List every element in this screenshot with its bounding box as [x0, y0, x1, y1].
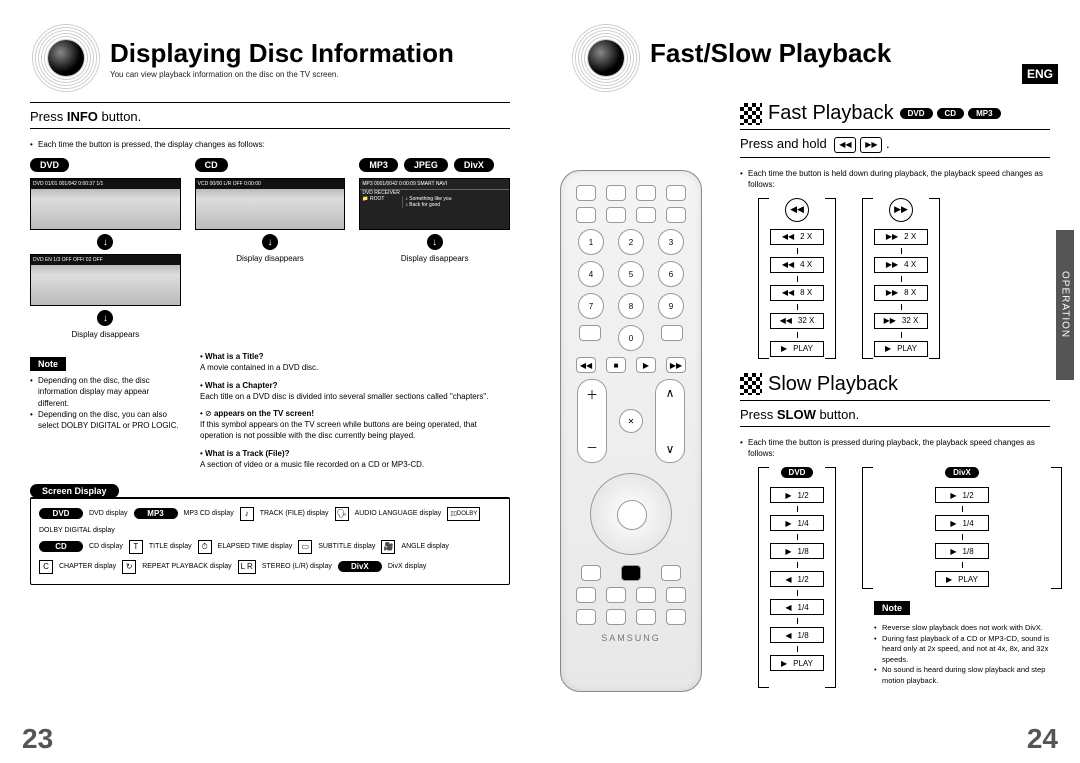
badge-cd: CD	[195, 158, 228, 172]
left-title: Displaying Disc Information	[110, 40, 454, 66]
badge-divx: DivX	[454, 158, 494, 172]
col-cd: CD VCD 00/00 L/R OFF 0:00:00 ↓ Display d…	[195, 158, 346, 339]
forward-icon: ▶▶	[860, 137, 882, 153]
badge-mp3: MP3	[968, 108, 1000, 119]
remote-button	[666, 185, 686, 201]
right-title: Fast/Slow Playback	[650, 40, 891, 66]
left-header: Displaying Disc Information You can view…	[30, 28, 510, 94]
remote-control-illustration: 123 456 789 0 ◀◀■▶▶▶ ＋－ ✕ ∧∨ SAMSUNG	[560, 170, 702, 692]
repeat-icon: ↻	[122, 560, 136, 574]
volume-rocker: ＋－	[577, 379, 607, 463]
prohibit-icon: ⊘	[205, 409, 212, 418]
press-note: Each time the button is pressed, the dis…	[30, 139, 510, 150]
press-hold-instruction: Press and hold ◀◀ ▶▶ .	[740, 136, 1050, 153]
slow-playback-heading: Slow Playback	[740, 373, 1050, 396]
remote-button	[636, 185, 656, 201]
audio-icon: 🗣	[335, 507, 349, 521]
down-arrow-icon: ↓	[427, 234, 443, 250]
chapter-icon: C	[39, 560, 53, 574]
clock-icon: ⏱	[198, 540, 212, 554]
press-info-instruction: Press INFO button.	[30, 109, 510, 124]
rewind-icon: ◀◀	[834, 137, 856, 153]
page-number-right: 24	[1027, 723, 1058, 755]
badge-dvd: DVD	[30, 158, 69, 172]
col-dvd: DVD DVD 01/01 001/042 0:00:37 1/1 ↓ DVD …	[30, 158, 181, 339]
angle-icon: 🎥	[381, 540, 395, 554]
rewind-circle-icon: ◀◀	[785, 198, 809, 222]
screen-mp3: MP3 0001/0042 0:00:09 SMART NAVI DVD REC…	[359, 178, 510, 230]
down-arrow-icon: ↓	[262, 234, 278, 250]
slow-rate-diagram: DVD ▶1/2 ▶1/4 ▶1/8 ◀1/2 ◀1/4 ◀1/8 ▶PLAY	[770, 467, 1050, 686]
dolby-icon: ▯▯DOLBY	[447, 507, 480, 521]
right-header: Fast/Slow Playback	[570, 28, 1050, 94]
remote-button	[576, 185, 596, 201]
badge-dvd: DVD	[781, 467, 814, 478]
slow-note-items: Reverse slow playback does not work with…	[874, 623, 1050, 686]
left-subtitle: You can view playback information on the…	[110, 70, 454, 79]
info-button-highlight	[621, 565, 641, 581]
display-disappears: Display disappears	[30, 330, 181, 339]
remote-button	[606, 185, 626, 201]
samsung-logo: SAMSUNG	[561, 633, 701, 643]
display-sequence-columns: DVD DVD 01/01 001/042 0:00:37 1/1 ↓ DVD …	[30, 158, 510, 339]
screen-display-legend: DVDDVD display MP3MP3 CD display ♪TRACK …	[30, 497, 510, 585]
screen-cd: VCD 00/00 L/R OFF 0:00:00	[195, 178, 346, 230]
badge-jpeg: JPEG	[404, 158, 448, 172]
display-disappears: Display disappears	[195, 254, 346, 263]
left-note-items: Depending on the disc, the disc informat…	[30, 375, 180, 431]
badge-divx: DivX	[945, 467, 979, 478]
page-number-left: 23	[22, 723, 53, 755]
subtitle-icon: ▭	[298, 540, 312, 554]
down-arrow-icon: ↓	[97, 234, 113, 250]
title-icon: T	[129, 540, 143, 554]
speaker-icon	[30, 22, 102, 94]
remote-dpad	[590, 473, 672, 555]
fast-playback-heading: Fast Playback DVD CD MP3	[740, 102, 1050, 125]
badge-mp3: MP3	[359, 158, 398, 172]
down-arrow-icon: ↓	[97, 310, 113, 326]
manual-spread: Displaying Disc Information You can view…	[0, 0, 1080, 763]
track-icon: ♪	[240, 507, 254, 521]
checker-icon	[740, 103, 762, 125]
checker-icon	[740, 373, 762, 395]
badge-dvd: DVD	[900, 108, 933, 119]
screen-dvd-1: DVD 01/01 001/042 0:00:37 1/1	[30, 178, 181, 230]
forward-circle-icon: ▶▶	[889, 198, 913, 222]
fast-rate-diagram: ◀◀ ◀◀2 X ◀◀4 X ◀◀8 X ◀◀32 X ▶PLAY ▶▶ ▶▶2…	[770, 198, 1050, 357]
title-rule	[30, 102, 510, 103]
lr-icon: L R	[238, 560, 256, 574]
operation-tab: OPERATION	[1056, 230, 1074, 380]
col-mp3: MP3 JPEG DivX MP3 0001/0042 0:00:09 SMAR…	[359, 158, 510, 339]
language-badge: ENG	[1022, 64, 1058, 84]
speaker-icon	[570, 22, 642, 94]
definitions: • What is a Title?A movie contained in a…	[200, 349, 510, 476]
page-23: Displaying Disc Information You can view…	[0, 0, 540, 763]
channel-rocker: ∧∨	[655, 379, 685, 463]
badge-cd: CD	[937, 108, 965, 119]
press-slow-instruction: Press SLOW button.	[740, 407, 1050, 422]
note-label: Note	[30, 357, 66, 371]
screen-dvd-2: DVD EN 1/3 OFF OFF/ 02 OFF	[30, 254, 181, 306]
note-label: Note	[874, 601, 910, 615]
display-disappears: Display disappears	[359, 254, 510, 263]
screen-display-label: Screen Display	[30, 484, 119, 498]
